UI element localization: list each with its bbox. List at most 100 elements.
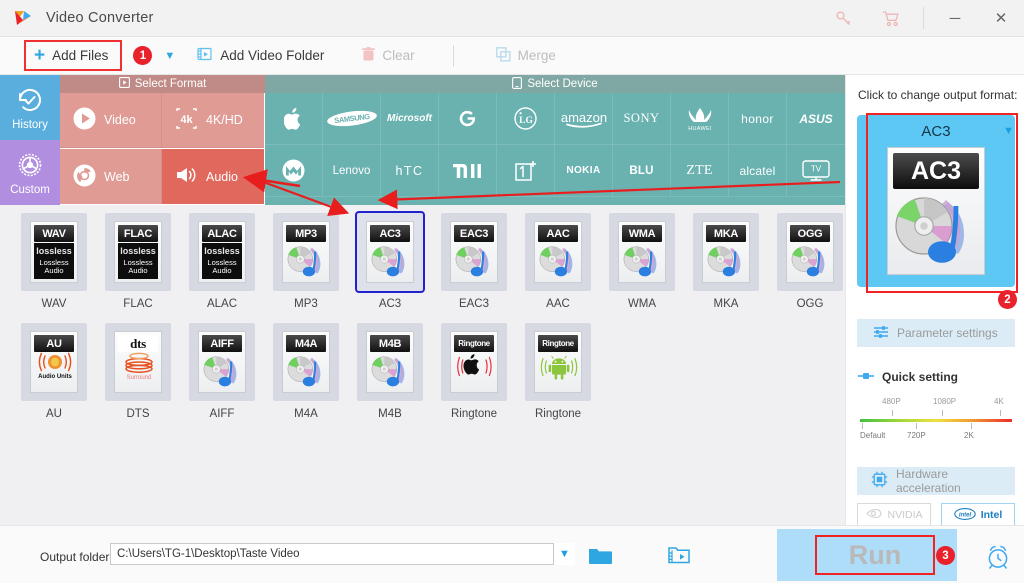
app-title: Video Converter — [46, 10, 154, 26]
intel-toggle[interactable]: intel Intel — [941, 503, 1015, 527]
nvidia-toggle[interactable]: NVIDIA — [857, 503, 931, 527]
select-device-header: Select Device — [265, 75, 845, 93]
media-folder-icon[interactable] — [668, 545, 691, 571]
format-tile-label: ALAC — [206, 298, 238, 310]
format-tile-au[interactable]: AU Audio Units AU — [12, 323, 96, 420]
hardware-acceleration-button[interactable]: Hardware acceleration — [857, 467, 1015, 495]
alarm-clock-icon[interactable] — [985, 544, 1011, 575]
device-htc[interactable]: hTC — [381, 145, 439, 197]
sliders-icon — [873, 325, 889, 342]
merge-button[interactable]: Merge — [495, 46, 556, 65]
format-tile-aac[interactable]: AAC AAC — [516, 213, 600, 310]
format-file-icon: dts Surround — [114, 331, 162, 393]
nvidia-label: NVIDIA — [887, 509, 923, 521]
main-toolbar: + Add Files 1 ▼ Add Video Folder Clear M… — [0, 37, 1024, 75]
device-oneplus[interactable] — [497, 145, 555, 197]
device-asus[interactable]: ASUS — [787, 93, 845, 145]
device-honor[interactable]: honor — [729, 93, 787, 145]
format-tiles-area: WAV lossless Lossless Audio WAV FLAC lossless L… — [0, 205, 845, 525]
format-file-icon: Ringtone — [534, 331, 582, 393]
device-lg[interactable]: LG — [497, 93, 555, 145]
format-tile-label: AAC — [546, 298, 570, 310]
format-icon-cap: AIFF — [202, 335, 242, 352]
category-4khd[interactable]: 4k 4K/HD — [162, 93, 264, 148]
device-zte[interactable]: ZTE — [671, 145, 729, 197]
svg-text:TV: TV — [811, 164, 822, 173]
device-lenovo[interactable]: Lenovo — [323, 145, 381, 197]
format-tile-dts[interactable]: dts Surround DTS — [96, 323, 180, 420]
format-file-icon: OGG — [786, 221, 834, 283]
format-tile-ringtone[interactable]: Ringtone Ringtone — [432, 323, 516, 420]
category-video[interactable]: Video — [60, 93, 162, 148]
add-files-dropdown-caret-icon[interactable]: ▼ — [164, 50, 175, 62]
close-button[interactable]: ✕ — [978, 0, 1024, 37]
run-button[interactable]: Run — [815, 535, 935, 575]
device-microsoft[interactable]: Microsoft — [381, 93, 439, 145]
device-apple[interactable] — [265, 93, 323, 145]
format-tile-wav[interactable]: WAV lossless Lossless Audio WAV — [12, 213, 96, 310]
category-video-label: Video — [104, 113, 136, 127]
slider-handle-icon — [857, 370, 875, 384]
add-files-wrapper: + Add Files — [24, 40, 123, 71]
format-tile-label: MP3 — [294, 298, 318, 310]
device-tv[interactable]: TV — [787, 145, 845, 197]
format-tile-alac[interactable]: ALAC lossless Lossless Audio ALAC — [180, 213, 264, 310]
device-sony[interactable]: SONY — [613, 93, 671, 145]
device-nokia[interactable]: NOKIA — [555, 145, 613, 197]
format-icon-cap: Ringtone — [538, 335, 578, 352]
add-video-folder-label: Add Video Folder — [220, 48, 325, 63]
format-tile-ringtone-android[interactable]: Ringtone Ringtone — [516, 323, 600, 420]
device-samsung[interactable]: SAMSUNG — [323, 93, 381, 145]
quality-label-720p: 720P — [907, 431, 926, 440]
category-web[interactable]: Web — [60, 149, 162, 204]
format-tile-m4b[interactable]: M4B M4B — [348, 323, 432, 420]
key-icon[interactable] — [819, 0, 867, 37]
add-video-folder-button[interactable]: Add Video Folder — [197, 47, 324, 64]
format-tile-ogg[interactable]: OGG OGG — [768, 213, 852, 310]
open-folder-icon[interactable] — [588, 546, 613, 571]
output-folder-dropdown-caret-icon[interactable]: ▼ — [553, 543, 575, 565]
parameter-settings-button[interactable]: Parameter settings — [857, 319, 1015, 347]
format-file-icon: ALAC lossless Lossless Audio — [198, 221, 246, 283]
device-mi[interactable] — [439, 145, 497, 197]
format-tile-box: M4A — [273, 323, 339, 401]
format-tile-mka[interactable]: MKA MKA — [684, 213, 768, 310]
plus-icon: + — [34, 45, 46, 66]
format-icon-cap: EAC3 — [454, 225, 494, 242]
format-tile-eac3[interactable]: EAC3 EAC3 — [432, 213, 516, 310]
format-tile-label: AU — [46, 408, 62, 420]
minimize-button[interactable]: ─ — [932, 0, 978, 37]
intel-label: Intel — [980, 509, 1003, 521]
format-row-1: WAV lossless Lossless Audio WAV FLAC lossless L… — [0, 211, 845, 323]
sidebar-item-custom[interactable]: Custom — [0, 140, 60, 205]
cart-icon[interactable] — [867, 0, 915, 37]
format-tile-box: M4B — [357, 323, 423, 401]
format-tile-aiff[interactable]: AIFF AIFF — [180, 323, 264, 420]
category-grid: Video 4k 4K/HD Web Audio — [60, 93, 265, 205]
add-files-button[interactable]: + Add Files — [24, 40, 123, 71]
format-tile-m4a[interactable]: M4A M4A — [264, 323, 348, 420]
format-tile-ac3[interactable]: AC3 AC3 — [348, 211, 432, 310]
format-tile-wma[interactable]: WMA WMA — [600, 213, 684, 310]
device-amazon[interactable]: amazon — [555, 93, 613, 145]
quality-label-4k: 4K — [994, 397, 1004, 406]
device-google[interactable] — [439, 93, 497, 145]
category-audio[interactable]: Audio — [162, 149, 264, 204]
quality-slider[interactable]: 480P 1080P 4K Default 720P 2K — [860, 397, 1012, 453]
format-tile-box: WAV lossless Lossless Audio — [21, 213, 87, 291]
quality-slider-track[interactable] — [860, 419, 1012, 422]
output-folder-input[interactable]: C:\Users\TG-1\Desktop\Taste Video — [110, 543, 575, 565]
device-blu[interactable]: BLU — [613, 145, 671, 197]
device-huawei[interactable]: HUAWEI — [671, 93, 729, 145]
speaker-icon — [175, 165, 198, 188]
device-motorola[interactable] — [265, 145, 323, 197]
clear-button[interactable]: Clear — [362, 46, 415, 65]
add-files-label: Add Files — [52, 48, 109, 63]
format-tile-mp3[interactable]: MP3 MP3 — [264, 213, 348, 310]
format-tile-box: Ringtone — [525, 323, 591, 401]
device-alcatel[interactable]: alcatel — [729, 145, 787, 197]
sidebar-item-history[interactable]: History — [0, 75, 60, 140]
format-tile-label: FLAC — [123, 298, 153, 310]
format-tile-flac[interactable]: FLAC lossless Lossless Audio FLAC — [96, 213, 180, 310]
format-file-icon: FLAC lossless Lossless Audio — [114, 221, 162, 283]
